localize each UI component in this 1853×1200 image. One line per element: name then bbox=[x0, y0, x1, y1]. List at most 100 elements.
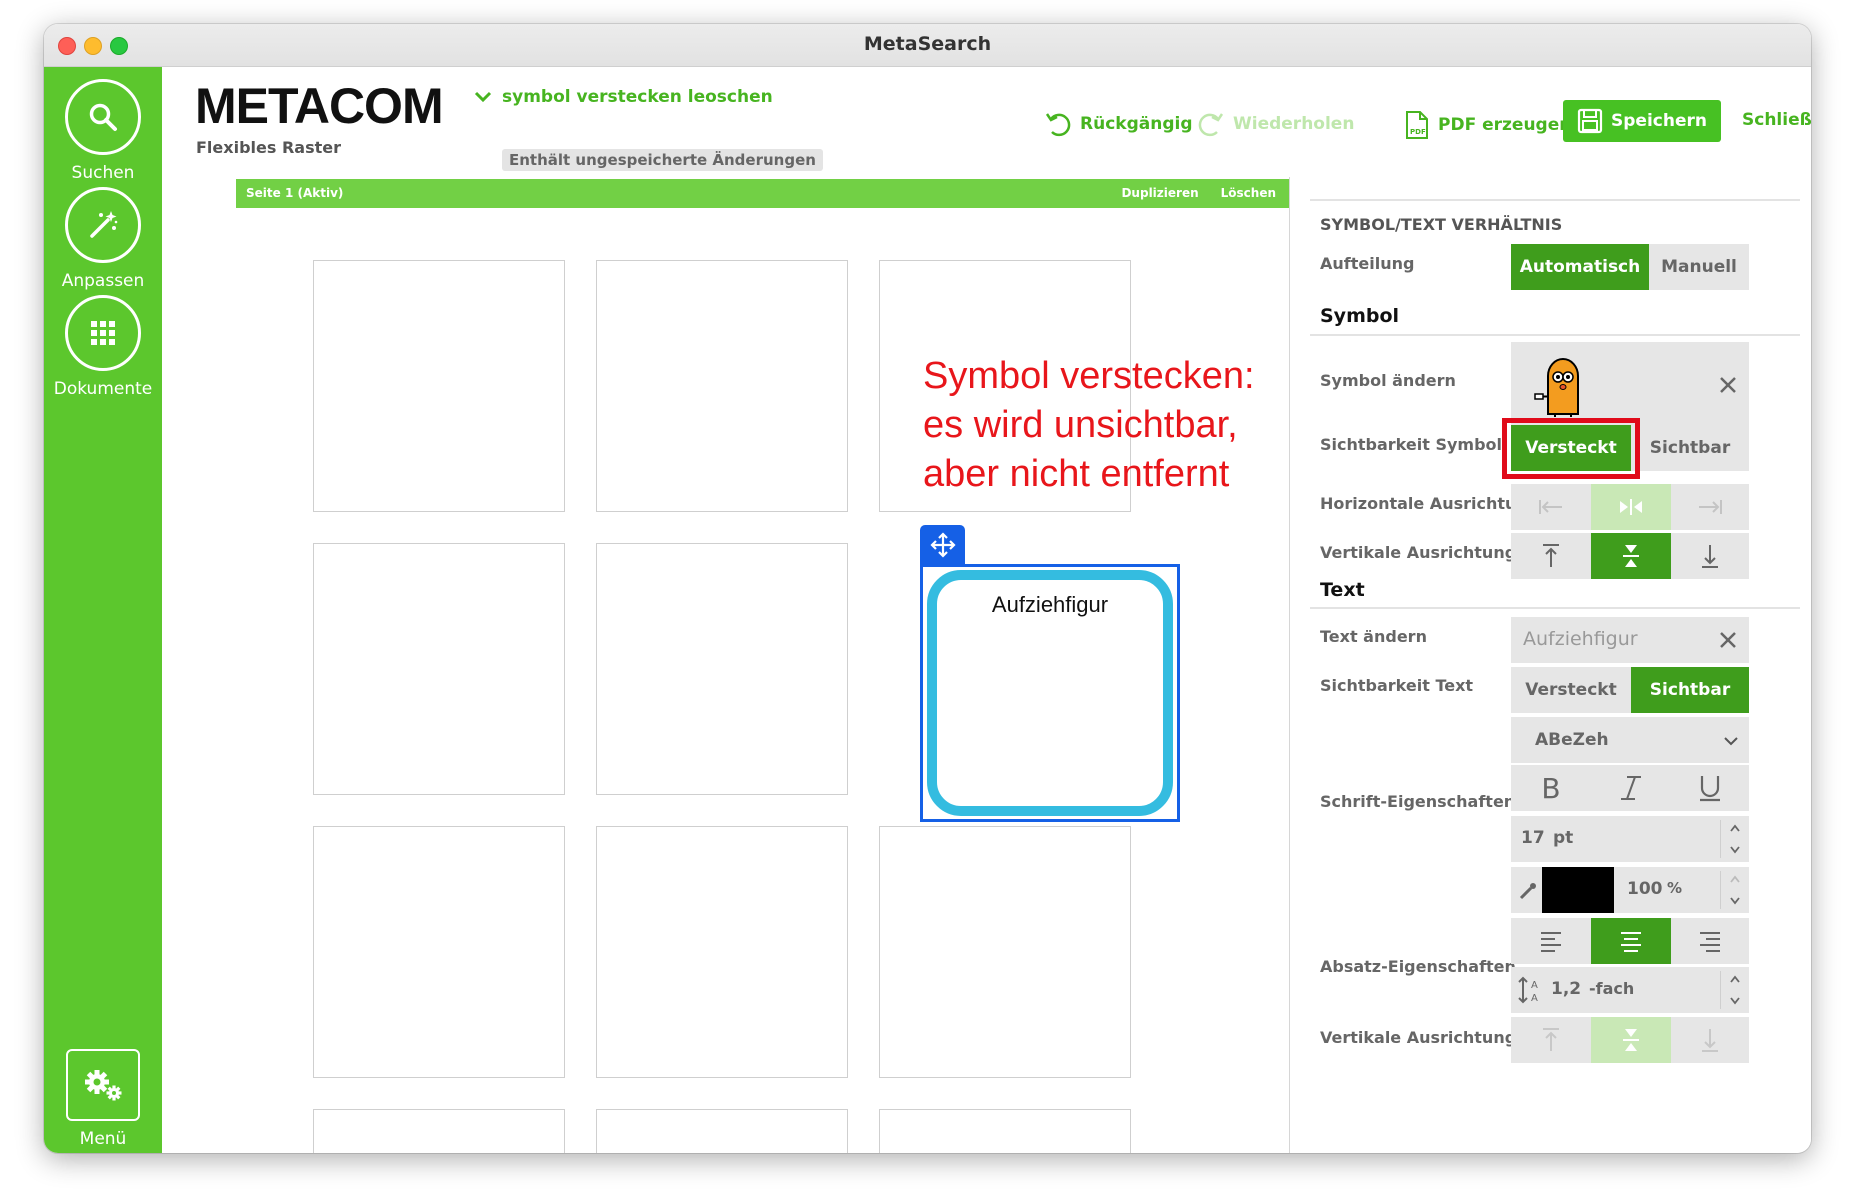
stepper-arrows-icon[interactable] bbox=[1729, 974, 1741, 1006]
text-align-center-option[interactable] bbox=[1591, 918, 1671, 964]
bold-icon: B bbox=[1541, 771, 1561, 805]
ratio-heading: SYMBOL/TEXT VERHÄLTNIS bbox=[1320, 215, 1563, 234]
symbol-preview[interactable] bbox=[1511, 342, 1749, 430]
valign-top-option[interactable] bbox=[1511, 533, 1591, 579]
grid-cell[interactable] bbox=[596, 1109, 848, 1153]
italic-button[interactable] bbox=[1591, 765, 1671, 811]
line-spacing-stepper[interactable]: AA 1,2 -fach bbox=[1511, 967, 1749, 1013]
undo-label: Rückgängig bbox=[1080, 114, 1193, 134]
halign-right-option[interactable] bbox=[1671, 484, 1749, 530]
delete-page-button[interactable]: Löschen bbox=[1221, 186, 1276, 200]
sidebar-item-documents[interactable]: Dokumente bbox=[44, 295, 162, 399]
page-title: Seite 1 (Aktiv) bbox=[246, 186, 344, 200]
duplicate-page-button[interactable]: Duplizieren bbox=[1121, 186, 1198, 200]
symbol-halign-control bbox=[1511, 484, 1749, 530]
text-valign-bottom-option[interactable] bbox=[1671, 1017, 1749, 1063]
text-hidden-option[interactable]: Versteckt bbox=[1511, 667, 1631, 713]
line-spacing-value: 1,2 bbox=[1551, 979, 1582, 999]
text-visibility-control: Versteckt Sichtbar bbox=[1511, 667, 1749, 713]
align-left-icon bbox=[1539, 500, 1562, 514]
sidebar: Suchen Anpassen Dokumente Menü bbox=[44, 67, 162, 1153]
font-size-stepper[interactable]: 17 pt bbox=[1511, 816, 1749, 862]
text-input[interactable]: Aufziehfigur bbox=[1511, 617, 1749, 663]
text-visible-option[interactable]: Sichtbar bbox=[1631, 667, 1749, 713]
underline-icon bbox=[1700, 776, 1720, 802]
text-valign-top-option[interactable] bbox=[1511, 1017, 1591, 1063]
pipette-icon[interactable] bbox=[1518, 881, 1538, 901]
move-arrows-icon bbox=[929, 532, 956, 558]
symbol-halign-label: Horizontale Ausrichtung bbox=[1320, 494, 1540, 513]
close-button[interactable]: Schließen bbox=[1742, 110, 1811, 130]
text-change-label: Text ändern bbox=[1320, 627, 1427, 646]
grid-cell[interactable] bbox=[313, 826, 565, 1078]
text-align-left-icon bbox=[1541, 932, 1561, 952]
undo-button[interactable]: Rückgängig bbox=[1044, 110, 1192, 138]
align-middle-icon bbox=[1623, 545, 1639, 567]
search-circle bbox=[65, 79, 141, 155]
pdf-button[interactable]: PDF PDF erzeugen bbox=[1404, 110, 1571, 140]
sidebar-item-customize[interactable]: Anpassen bbox=[44, 187, 162, 291]
symbol-divider bbox=[1310, 334, 1800, 336]
grid-cell[interactable] bbox=[879, 1109, 1131, 1153]
text-align-right-option[interactable] bbox=[1671, 918, 1749, 964]
app-subtitle: Flexibles Raster bbox=[196, 138, 341, 157]
gears-icon bbox=[85, 1070, 122, 1101]
grid-cell[interactable] bbox=[313, 1109, 565, 1153]
symbol-change-label: Symbol ändern bbox=[1320, 371, 1456, 390]
stepper-arrows-icon[interactable] bbox=[1729, 874, 1741, 906]
opacity-unit: % bbox=[1667, 879, 1683, 897]
header: METACOM Flexibles Raster symbol versteck… bbox=[162, 67, 1811, 177]
stepper-arrows-icon[interactable] bbox=[1729, 823, 1741, 855]
search-icon bbox=[89, 103, 117, 131]
magic-wand-icon bbox=[90, 211, 118, 238]
document-name-dropdown[interactable]: symbol verstecken leoschen bbox=[474, 87, 773, 107]
valign-middle-option[interactable] bbox=[1591, 533, 1671, 579]
underline-button[interactable] bbox=[1671, 765, 1749, 811]
grid-cell[interactable] bbox=[879, 826, 1131, 1078]
save-icon bbox=[1577, 108, 1603, 134]
annotation-line: Symbol verstecken: bbox=[923, 355, 1255, 397]
grid-cell[interactable] bbox=[596, 543, 848, 795]
font-select[interactable]: ABeZeh bbox=[1511, 717, 1749, 763]
remove-symbol-icon[interactable] bbox=[1719, 376, 1737, 394]
valign-bottom-option[interactable] bbox=[1671, 533, 1749, 579]
grid-cell[interactable] bbox=[313, 543, 565, 795]
redo-label: Wiederholen bbox=[1233, 114, 1355, 134]
align-middle-icon bbox=[1623, 1029, 1639, 1051]
halign-center-option[interactable] bbox=[1591, 484, 1671, 530]
sidebar-item-search[interactable]: Suchen bbox=[44, 79, 162, 183]
sidebar-label-documents: Dokumente bbox=[53, 379, 153, 399]
text-valign-middle-option[interactable] bbox=[1591, 1017, 1671, 1063]
halign-left-option[interactable] bbox=[1511, 484, 1591, 530]
grid-cell[interactable] bbox=[596, 260, 848, 512]
split-manual-option[interactable]: Manuell bbox=[1649, 244, 1749, 290]
grid-cell[interactable] bbox=[596, 826, 848, 1078]
redo-button[interactable]: Wiederholen bbox=[1197, 110, 1354, 138]
pdf-icon: PDF bbox=[1406, 111, 1428, 139]
split-auto-option[interactable]: Automatisch bbox=[1511, 244, 1649, 290]
sidebar-item-menu[interactable]: Menü bbox=[44, 1049, 162, 1149]
bold-button[interactable]: B bbox=[1511, 765, 1591, 811]
text-color-swatch[interactable] bbox=[1542, 867, 1614, 913]
annotation-line: aber nicht entfernt bbox=[923, 453, 1230, 495]
undo-icon bbox=[1045, 113, 1071, 137]
italic-icon bbox=[1621, 776, 1641, 800]
clear-text-icon[interactable] bbox=[1719, 631, 1737, 649]
symbol-visible-option[interactable]: Sichtbar bbox=[1631, 425, 1749, 471]
symbol-visibility-label: Sichtbarkeit Symbol bbox=[1320, 435, 1502, 454]
text-heading: Text bbox=[1320, 579, 1365, 601]
save-button[interactable]: Speichern bbox=[1563, 100, 1721, 142]
text-visibility-label: Sichtbarkeit Text bbox=[1320, 676, 1474, 695]
customize-circle bbox=[65, 187, 141, 263]
menu-box bbox=[66, 1049, 140, 1121]
selected-card[interactable]: Aufziehfigur bbox=[927, 570, 1173, 816]
page-bar: Seite 1 (Aktiv) Duplizieren Löschen bbox=[236, 179, 1298, 208]
document-name: symbol verstecken leoschen bbox=[502, 87, 773, 107]
text-divider bbox=[1310, 607, 1800, 609]
documents-circle bbox=[65, 295, 141, 371]
text-align-left-option[interactable] bbox=[1511, 918, 1591, 964]
move-handle[interactable] bbox=[920, 525, 965, 565]
chevron-down-icon bbox=[1724, 737, 1738, 746]
window-title: MetaSearch bbox=[863, 33, 992, 55]
grid-cell[interactable] bbox=[313, 260, 565, 512]
